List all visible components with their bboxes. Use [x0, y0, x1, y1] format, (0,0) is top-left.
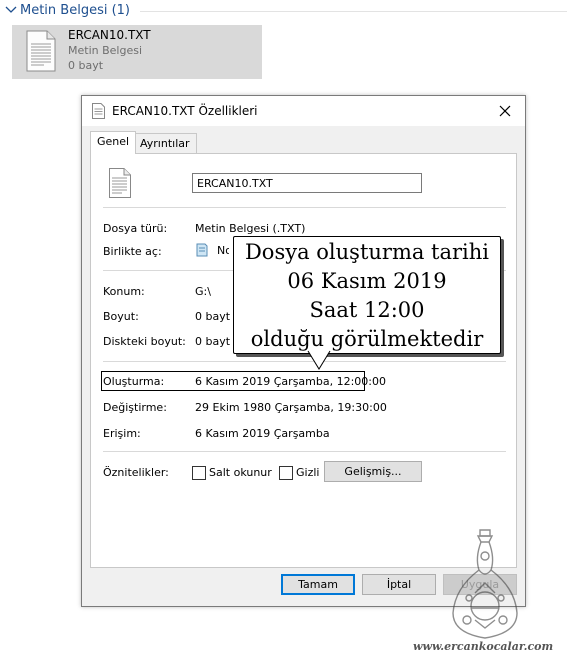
tab-general[interactable]: Genel — [90, 131, 137, 154]
group-title: Metin Belgesi (1) — [20, 3, 131, 18]
open-with-value: No — [217, 244, 229, 257]
notepad-icon — [196, 243, 208, 257]
open-with-label: Birlikte aç: — [103, 245, 162, 258]
location-value: G:\ — [195, 285, 211, 298]
watermark-logo-icon — [452, 529, 518, 639]
close-icon[interactable] — [499, 105, 511, 117]
chevron-down-icon[interactable] — [4, 2, 18, 16]
hidden-label[interactable]: Gizli — [296, 466, 319, 479]
cancel-button[interactable]: İptal — [362, 574, 436, 595]
annotation-callout: Dosya oluşturma tarihi 06 Kasım 2019 Saa… — [233, 236, 501, 354]
callout-line: Dosya oluşturma tarihi — [244, 240, 490, 264]
text-document-icon — [92, 103, 105, 119]
readonly-label[interactable]: Salt okunur — [209, 466, 272, 479]
file-name-field[interactable] — [192, 173, 422, 193]
size-on-disk-label: Diskteki boyut: — [103, 335, 186, 348]
file-name: ERCAN10.TXT — [68, 28, 151, 42]
accessed-label: Erişim: — [103, 427, 141, 440]
location-label: Konum: — [103, 285, 145, 298]
callout-line: olduğu görülmektedir — [250, 327, 484, 351]
watermark-text: www.ercankocalar.com — [413, 640, 554, 653]
created-value: 6 Kasım 2019 Çarşamba, 12:00:00 — [195, 375, 386, 388]
callout-pointer — [307, 350, 331, 370]
hidden-checkbox[interactable] — [279, 466, 293, 480]
modified-value: 29 Ekim 1980 Çarşamba, 19:30:00 — [195, 401, 387, 414]
ok-button[interactable]: Tamam — [281, 574, 355, 595]
file-tile[interactable]: ERCAN10.TXT Metin Belgesi 0 bayt — [12, 25, 262, 79]
dialog-title: ERCAN10.TXT Özellikleri — [112, 104, 258, 118]
close-button[interactable] — [490, 100, 520, 122]
created-label: Oluşturma: — [103, 375, 165, 388]
divider — [103, 207, 506, 208]
dialog-titlebar[interactable]: ERCAN10.TXT Özellikleri — [82, 96, 525, 126]
file-type-label: Dosya türü: — [103, 222, 168, 235]
file-type: Metin Belgesi — [68, 44, 143, 57]
modified-label: Değiştirme: — [103, 401, 167, 414]
file-type-value: Metin Belgesi (.TXT) — [195, 222, 306, 235]
attributes-label: Öznitelikler: — [103, 466, 169, 479]
accessed-value: 6 Kasım 2019 Çarşamba — [195, 427, 330, 440]
text-document-icon — [26, 30, 56, 72]
text-document-icon — [109, 168, 131, 198]
size-value: 0 bayt — [195, 310, 231, 323]
divider — [103, 451, 506, 452]
group-divider — [140, 11, 567, 12]
callout-line: 06 Kasım 2019 — [287, 269, 447, 293]
callout-line: Saat 12:00 — [309, 298, 425, 322]
file-size: 0 bayt — [68, 59, 104, 72]
size-label: Boyut: — [103, 310, 139, 323]
advanced-button[interactable]: Gelişmiş... — [324, 461, 422, 482]
tab-details[interactable]: Ayrıntılar — [133, 133, 197, 154]
readonly-checkbox[interactable] — [192, 466, 206, 480]
group-header[interactable]: Metin Belgesi (1) — [0, 0, 567, 22]
size-on-disk-value: 0 bayt — [195, 335, 231, 348]
